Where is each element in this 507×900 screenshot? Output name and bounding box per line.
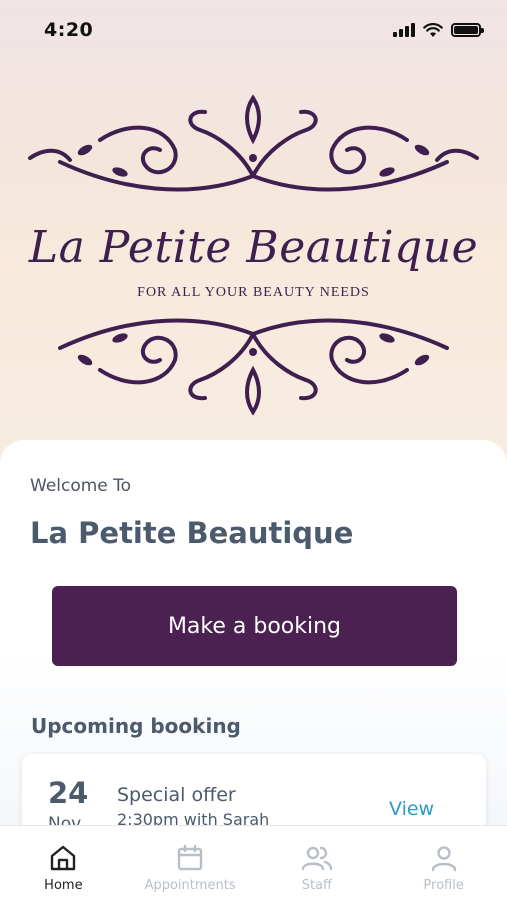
tab-profile-label: Profile [423, 878, 464, 893]
welcome-label: Welcome To [30, 476, 132, 496]
booking-title: Special offer [117, 784, 236, 806]
user-icon [428, 842, 460, 874]
upcoming-booking-heading: Upcoming booking [31, 714, 241, 738]
status-bar: 4:20 [0, 0, 507, 60]
tab-home-label: Home [44, 878, 83, 893]
tab-staff[interactable]: Staff [254, 826, 381, 900]
logo-tagline: FOR ALL YOUR BEAUTY NEEDS [137, 285, 370, 300]
status-icons [393, 22, 484, 38]
bottom-tab-bar: Home Appointments Staff Profile [0, 825, 507, 900]
users-icon [301, 842, 333, 874]
logo-title: La Petite Beautique [28, 222, 479, 273]
status-time: 4:20 [44, 19, 94, 41]
cellular-signal-icon [393, 23, 415, 37]
make-booking-button[interactable]: Make a booking [52, 586, 457, 666]
tab-profile[interactable]: Profile [380, 826, 507, 900]
tab-home[interactable]: Home [0, 826, 127, 900]
booking-day: 24 [48, 776, 89, 810]
business-name: La Petite Beautique [30, 516, 354, 550]
hero-banner: 4:20 La Petite Beautique FOR ALL YOUR BE… [0, 0, 507, 470]
view-booking-link[interactable]: View [389, 798, 434, 820]
home-icon [47, 842, 79, 874]
tab-appointments-label: Appointments [144, 878, 236, 893]
salon-logo: La Petite Beautique FOR ALL YOUR BEAUTY … [0, 80, 507, 430]
tab-staff-label: Staff [301, 878, 333, 893]
tab-appointments[interactable]: Appointments [127, 826, 254, 900]
battery-icon [451, 23, 484, 37]
calendar-icon [174, 842, 206, 874]
wifi-icon [423, 22, 443, 37]
